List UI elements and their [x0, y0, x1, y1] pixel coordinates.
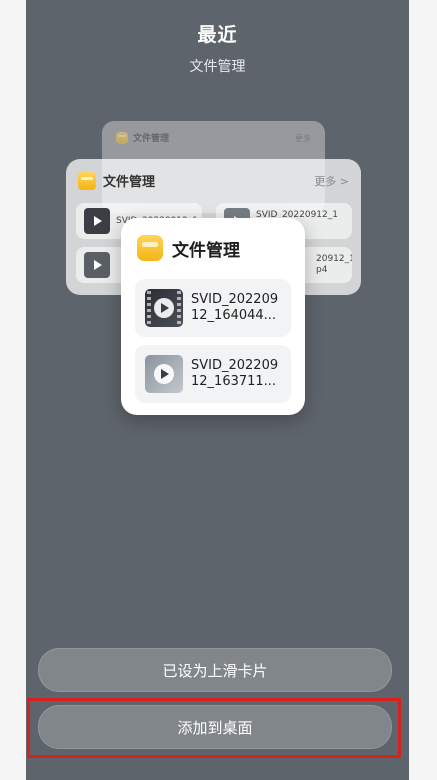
page-subtitle: 文件管理 — [189, 59, 246, 75]
video-thumbnail — [84, 252, 110, 278]
video-thumbnail — [84, 208, 110, 234]
back-card-app-name: 文件管理 — [133, 134, 170, 144]
set-as-slide-card-button[interactable]: 已设为上滑卡片 — [38, 648, 392, 692]
highlight-box — [27, 698, 401, 758]
middle-card-header: 文件管理 — [78, 171, 155, 190]
widget-file-item[interactable]: SVID_202209 12_164044... — [135, 279, 291, 337]
widget-app-name: 文件管理 — [172, 240, 240, 261]
film-strip — [177, 291, 181, 325]
middle-card-more-link: 更多 > — [314, 175, 349, 188]
folder-icon — [78, 171, 96, 190]
page-title: 最近 — [197, 24, 238, 46]
widget-file-name: SVID_202209 12_163711... — [191, 358, 279, 389]
screen: 最近 文件管理 文件管理 更多 文件管理 更多 > SVID_20220912_… — [26, 0, 409, 780]
folder-icon — [137, 235, 163, 261]
back-card-more: 更多 — [295, 134, 311, 143]
film-strip — [147, 291, 151, 325]
video-thumbnail — [145, 355, 183, 393]
file-manager-widget-card[interactable]: 文件管理 SVID_202209 12_164044... SVID_20220… — [121, 218, 305, 415]
widget-header: 文件管理 — [137, 235, 240, 261]
folder-icon — [116, 131, 128, 144]
video-thumbnail — [145, 289, 183, 327]
play-icon — [154, 298, 174, 318]
play-icon — [154, 364, 174, 384]
widget-file-item[interactable]: SVID_202209 12_163711... — [135, 345, 291, 403]
widget-file-name: SVID_202209 12_164044... — [191, 292, 279, 323]
middle-file-name: 20912_1 p4 — [316, 254, 352, 275]
back-card-header: 文件管理 — [116, 131, 169, 144]
middle-card-app-name: 文件管理 — [103, 175, 156, 190]
